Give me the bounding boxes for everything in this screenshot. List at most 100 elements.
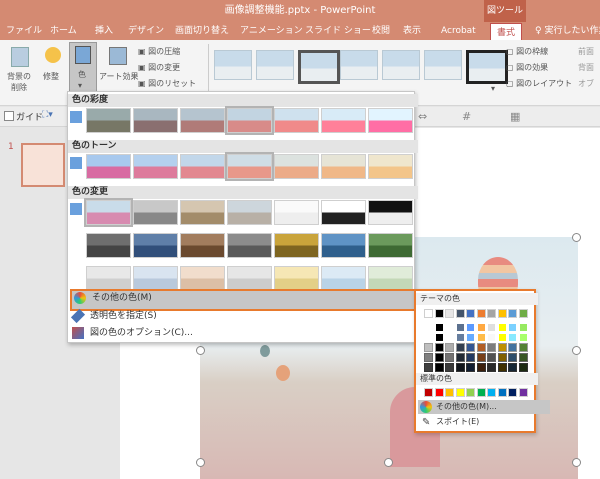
color-swatch[interactable]: [508, 353, 517, 362]
send-backward-button[interactable]: 背面: [578, 62, 594, 73]
color-preset[interactable]: [86, 233, 131, 258]
picture-layout-button[interactable]: ▢ 図のレイアウト: [506, 78, 572, 89]
color-swatch[interactable]: [497, 388, 507, 397]
corrections-button[interactable]: 修整: [38, 44, 68, 102]
color-preset[interactable]: [227, 233, 272, 258]
tab-review[interactable]: 校閲: [372, 22, 390, 40]
compress-button[interactable]: ▣ 図の圧縮: [138, 46, 180, 57]
picture-style-2[interactable]: [256, 50, 294, 80]
color-swatch[interactable]: [445, 333, 454, 342]
color-preset[interactable]: [225, 152, 274, 181]
grid-icon[interactable]: #: [462, 110, 471, 123]
tab-acrobat[interactable]: Acrobat: [441, 22, 476, 40]
color-swatch[interactable]: [508, 309, 517, 318]
tab-view[interactable]: 表示: [403, 22, 421, 40]
resize-handle[interactable]: [384, 458, 393, 467]
color-preset[interactable]: [133, 233, 178, 258]
color-swatch[interactable]: [497, 323, 507, 332]
more-colors-submenu-item[interactable]: その他の色(M)...: [418, 400, 550, 414]
color-preset[interactable]: [227, 200, 272, 225]
change-picture-button[interactable]: ▣ 図の変更: [138, 62, 180, 73]
color-preset[interactable]: [180, 154, 225, 179]
color-swatch[interactable]: [497, 309, 507, 318]
color-swatch[interactable]: [487, 323, 496, 332]
tab-home[interactable]: ホーム: [50, 22, 77, 40]
color-swatch[interactable]: [455, 363, 465, 372]
color-swatch[interactable]: [508, 343, 517, 352]
color-swatch[interactable]: [445, 363, 454, 372]
color-swatch[interactable]: [455, 309, 465, 318]
picture-effects-button[interactable]: ▢ 図の効果: [506, 62, 548, 73]
color-options-menu-item[interactable]: 図の色のオプション(C)...: [70, 325, 432, 342]
color-swatch[interactable]: [466, 388, 475, 397]
color-preset[interactable]: [86, 266, 131, 291]
color-swatch[interactable]: [476, 343, 486, 352]
color-swatch[interactable]: [518, 309, 528, 318]
color-swatch[interactable]: [455, 343, 465, 352]
set-transparent-menu-item[interactable]: 透明色を指定(S): [70, 308, 432, 325]
color-swatch[interactable]: [518, 353, 528, 362]
color-swatch[interactable]: [424, 363, 433, 372]
color-preset[interactable]: [368, 200, 413, 225]
picture-border-button[interactable]: ▢ 図の枠線: [506, 46, 548, 57]
align-icon[interactable]: ⇔: [418, 110, 427, 123]
color-preset[interactable]: [368, 154, 413, 179]
color-preset[interactable]: [274, 266, 319, 291]
color-swatch[interactable]: [445, 323, 454, 332]
color-preset[interactable]: [84, 198, 133, 227]
color-swatch[interactable]: [445, 309, 454, 318]
color-swatch[interactable]: [455, 353, 465, 362]
color-swatch[interactable]: [476, 309, 486, 318]
color-preset[interactable]: [180, 233, 225, 258]
picture-style-4[interactable]: [340, 50, 378, 80]
picture-style-1[interactable]: [214, 50, 252, 80]
color-swatch[interactable]: [487, 353, 496, 362]
color-swatch[interactable]: [466, 323, 475, 332]
color-preset[interactable]: [86, 108, 131, 133]
image-icon[interactable]: ▦: [510, 110, 520, 123]
color-preset[interactable]: [368, 266, 413, 291]
resize-handle[interactable]: [572, 346, 581, 355]
color-swatch[interactable]: [508, 333, 517, 342]
color-preset[interactable]: [225, 106, 274, 135]
color-swatch[interactable]: [497, 353, 507, 362]
color-swatch[interactable]: [455, 323, 465, 332]
color-preset[interactable]: [368, 108, 413, 133]
color-swatch[interactable]: [434, 363, 444, 372]
color-swatch[interactable]: [497, 363, 507, 372]
guide-checkbox[interactable]: [4, 111, 14, 121]
color-preset[interactable]: [321, 233, 366, 258]
color-swatch[interactable]: [518, 333, 528, 342]
color-preset[interactable]: [321, 154, 366, 179]
styles-more-button[interactable]: ▾: [491, 84, 495, 93]
color-swatch[interactable]: [497, 343, 507, 352]
color-preset[interactable]: [133, 266, 178, 291]
color-swatch[interactable]: [487, 333, 496, 342]
reset-picture-button[interactable]: ▣ 図のリセット: [138, 78, 196, 89]
tab-transitions[interactable]: 画面切り替え: [175, 22, 229, 40]
color-swatch[interactable]: [487, 363, 496, 372]
color-preset[interactable]: [133, 200, 178, 225]
color-preset[interactable]: [274, 233, 319, 258]
eyedropper-menu-item[interactable]: ✎ スポイト(E): [418, 415, 550, 429]
cursor-icon[interactable]: ⛶▾: [42, 110, 53, 120]
color-swatch[interactable]: [424, 333, 433, 342]
color-swatch[interactable]: [424, 323, 433, 332]
color-swatch[interactable]: [424, 353, 433, 362]
color-swatch[interactable]: [466, 333, 475, 342]
bring-forward-button[interactable]: 前面: [578, 46, 594, 57]
color-preset[interactable]: [274, 154, 319, 179]
color-swatch[interactable]: [466, 353, 475, 362]
color-swatch[interactable]: [424, 343, 433, 352]
color-swatch[interactable]: [466, 363, 475, 372]
color-swatch[interactable]: [455, 333, 465, 342]
color-preset[interactable]: [133, 108, 178, 133]
color-swatch[interactable]: [424, 388, 433, 397]
color-preset[interactable]: [321, 108, 366, 133]
resize-handle[interactable]: [196, 458, 205, 467]
slide-thumbnail[interactable]: [21, 143, 65, 187]
picture-style-6[interactable]: [424, 50, 462, 80]
color-preset[interactable]: [368, 233, 413, 258]
remove-background-button[interactable]: 背景の削除: [4, 44, 34, 102]
picture-style-7[interactable]: [466, 50, 508, 84]
